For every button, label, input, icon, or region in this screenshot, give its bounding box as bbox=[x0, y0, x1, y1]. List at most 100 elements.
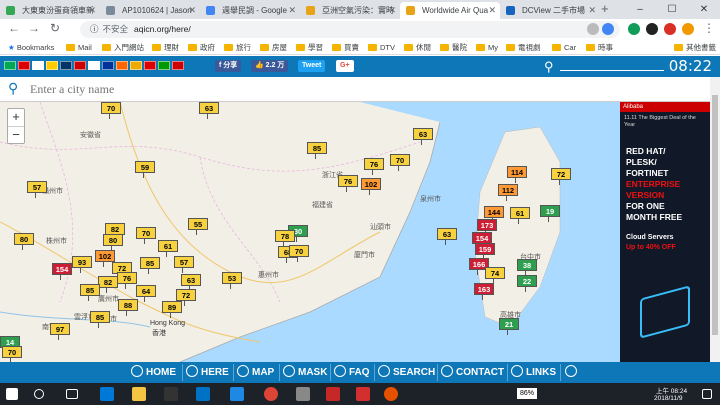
bookmark-folder[interactable]: Car bbox=[552, 41, 576, 54]
tab-2[interactable]: 週舉民調 - Google ✕ bbox=[200, 2, 300, 19]
nav-links[interactable]: LINKS bbox=[511, 365, 556, 381]
mail-icon[interactable] bbox=[196, 387, 210, 401]
close-icon[interactable]: ✕ bbox=[188, 2, 196, 19]
aqi-marker[interactable]: 72 bbox=[176, 289, 196, 306]
aqi-marker[interactable]: 154 bbox=[52, 263, 72, 280]
bookmark-folder[interactable]: 休閒 bbox=[404, 41, 431, 54]
aqi-marker[interactable]: 88 bbox=[118, 299, 138, 316]
translate-icon[interactable] bbox=[587, 23, 599, 35]
aqi-marker[interactable]: 97 bbox=[50, 323, 70, 340]
extension-icon[interactable] bbox=[664, 23, 676, 35]
language-flag-icon[interactable] bbox=[18, 61, 30, 70]
aqi-marker[interactable]: 80 bbox=[14, 233, 34, 250]
nav-map[interactable]: MAP bbox=[237, 365, 274, 381]
back-icon[interactable]: ← bbox=[8, 21, 20, 35]
aqi-marker[interactable]: 19 bbox=[540, 205, 560, 222]
language-flag-icon[interactable] bbox=[116, 61, 128, 70]
advertisement[interactable]: Alibaba 11.11 The Biggest Deal of the Ye… bbox=[620, 102, 710, 362]
app-icon[interactable] bbox=[384, 387, 398, 401]
new-tab-button[interactable]: + bbox=[601, 1, 609, 16]
aqi-marker[interactable]: 85 bbox=[307, 142, 327, 159]
close-icon[interactable]: ✕ bbox=[488, 2, 496, 19]
aqi-marker[interactable]: 93 bbox=[72, 256, 92, 273]
aqi-marker[interactable]: 70 bbox=[136, 227, 156, 244]
aqi-marker[interactable]: 63 bbox=[437, 228, 457, 245]
bookmark-folder[interactable]: 醫院 bbox=[440, 41, 467, 54]
bookmark-folder[interactable]: My bbox=[476, 41, 498, 54]
bookmark-folder[interactable]: 買賣 bbox=[332, 41, 359, 54]
app-icon[interactable] bbox=[326, 387, 340, 401]
bookmark-folder[interactable]: 旅行 bbox=[224, 41, 251, 54]
chrome-icon[interactable] bbox=[264, 387, 278, 401]
task-view-icon[interactable] bbox=[66, 389, 78, 399]
tab-4-active[interactable]: Worldwide Air Qua ✕ bbox=[400, 2, 500, 19]
aqi-marker[interactable]: 102 bbox=[361, 178, 381, 195]
aqi-marker[interactable]: 61 bbox=[158, 240, 178, 257]
aqi-marker[interactable]: 159 bbox=[475, 243, 495, 260]
aqi-marker[interactable]: 70 bbox=[101, 102, 121, 119]
city-search-input[interactable] bbox=[30, 80, 690, 98]
settings-button[interactable] bbox=[565, 365, 580, 381]
app-icon[interactable] bbox=[356, 387, 370, 401]
facebook-share-button[interactable]: f 分享 bbox=[215, 60, 242, 72]
aqi-marker[interactable]: 102 bbox=[95, 250, 115, 267]
aqi-marker[interactable]: 85 bbox=[140, 257, 160, 274]
air-quality-map[interactable]: + − 安徽省浙江省贛州市株州市福建省廈門市廣州市惠州市汕頭市雲浮市江門市南寧市… bbox=[0, 102, 620, 362]
aqi-marker[interactable]: 72 bbox=[551, 168, 571, 185]
forward-icon[interactable]: → bbox=[28, 21, 40, 35]
facebook-like-button[interactable]: 👍 2.2 万 bbox=[251, 60, 289, 72]
language-flag-icon[interactable] bbox=[102, 61, 114, 70]
aqi-marker[interactable]: 78 bbox=[275, 230, 295, 247]
aqi-marker[interactable]: 173 bbox=[477, 219, 497, 236]
search-icon[interactable] bbox=[34, 389, 44, 399]
windows-start-icon[interactable] bbox=[6, 388, 18, 400]
extension-icon[interactable] bbox=[646, 23, 658, 35]
bookmark-folder[interactable]: 入門網站 bbox=[102, 41, 144, 54]
reload-icon[interactable]: ↻ bbox=[50, 21, 60, 35]
aqi-marker[interactable]: 70 bbox=[289, 245, 309, 262]
address-bar[interactable]: ⓘ 不安全 aqicn.org/here/ bbox=[80, 21, 620, 38]
aqi-marker[interactable]: 55 bbox=[188, 218, 208, 235]
close-icon[interactable]: ✕ bbox=[88, 2, 96, 19]
aqi-marker[interactable]: 63 bbox=[413, 128, 433, 145]
taskbar-date[interactable]: 2018/11/9 bbox=[654, 395, 682, 402]
nav-here[interactable]: HERE bbox=[186, 365, 229, 381]
bookmark-folder[interactable]: 學習 bbox=[296, 41, 323, 54]
aqi-marker[interactable]: 82 bbox=[98, 276, 118, 293]
close-icon[interactable]: ✕ bbox=[588, 2, 596, 19]
store-icon[interactable] bbox=[164, 387, 178, 401]
aqi-marker[interactable]: 80 bbox=[103, 234, 123, 251]
scrollbar-thumb[interactable] bbox=[712, 95, 718, 335]
extension-icon[interactable] bbox=[628, 23, 640, 35]
tab-5[interactable]: DCView 二手市場 ✕ bbox=[500, 2, 600, 19]
zoom-in-button[interactable]: + bbox=[8, 109, 24, 126]
aqi-marker[interactable]: 63 bbox=[181, 274, 201, 291]
language-flag-icon[interactable] bbox=[74, 61, 86, 70]
language-flag-icon[interactable] bbox=[60, 61, 72, 70]
aqi-marker[interactable]: 114 bbox=[507, 166, 527, 183]
taskbar-time[interactable]: 上午 08:24 bbox=[656, 385, 687, 395]
menu-icon[interactable]: ⋮ bbox=[703, 21, 715, 35]
aqi-marker[interactable]: 53 bbox=[222, 272, 242, 289]
tab-3[interactable]: 亞洲空氣污染：實時 ✕ bbox=[300, 2, 400, 19]
aqi-marker[interactable]: 22 bbox=[517, 275, 537, 292]
language-flag-icon[interactable] bbox=[130, 61, 142, 70]
file-explorer-icon[interactable] bbox=[132, 387, 146, 401]
language-flag-icon[interactable] bbox=[88, 61, 100, 70]
aqi-marker[interactable]: 76 bbox=[338, 175, 358, 192]
tab-0[interactable]: 大東東汾蛋商領車新 ✕ bbox=[0, 2, 100, 19]
bookmark-star[interactable]: ★ Bookmarks bbox=[8, 41, 54, 54]
aqi-marker[interactable]: 76 bbox=[117, 272, 137, 289]
language-flag-icon[interactable] bbox=[158, 61, 170, 70]
page-scrollbar[interactable] bbox=[710, 77, 720, 362]
aqi-marker[interactable]: 57 bbox=[27, 181, 47, 198]
language-flag-icon[interactable] bbox=[144, 61, 156, 70]
nav-home[interactable]: HOME bbox=[131, 365, 176, 381]
aqi-marker[interactable]: 144 bbox=[484, 206, 504, 223]
bookmark-folder[interactable]: 理財 bbox=[152, 41, 179, 54]
language-flag-icon[interactable] bbox=[46, 61, 58, 70]
bookmark-folder[interactable]: Mail bbox=[66, 41, 92, 54]
notification-icon[interactable] bbox=[702, 389, 712, 399]
aqi-marker[interactable]: 63 bbox=[199, 102, 219, 119]
bookmark-folder-other[interactable]: 其他書籤 bbox=[674, 41, 716, 54]
